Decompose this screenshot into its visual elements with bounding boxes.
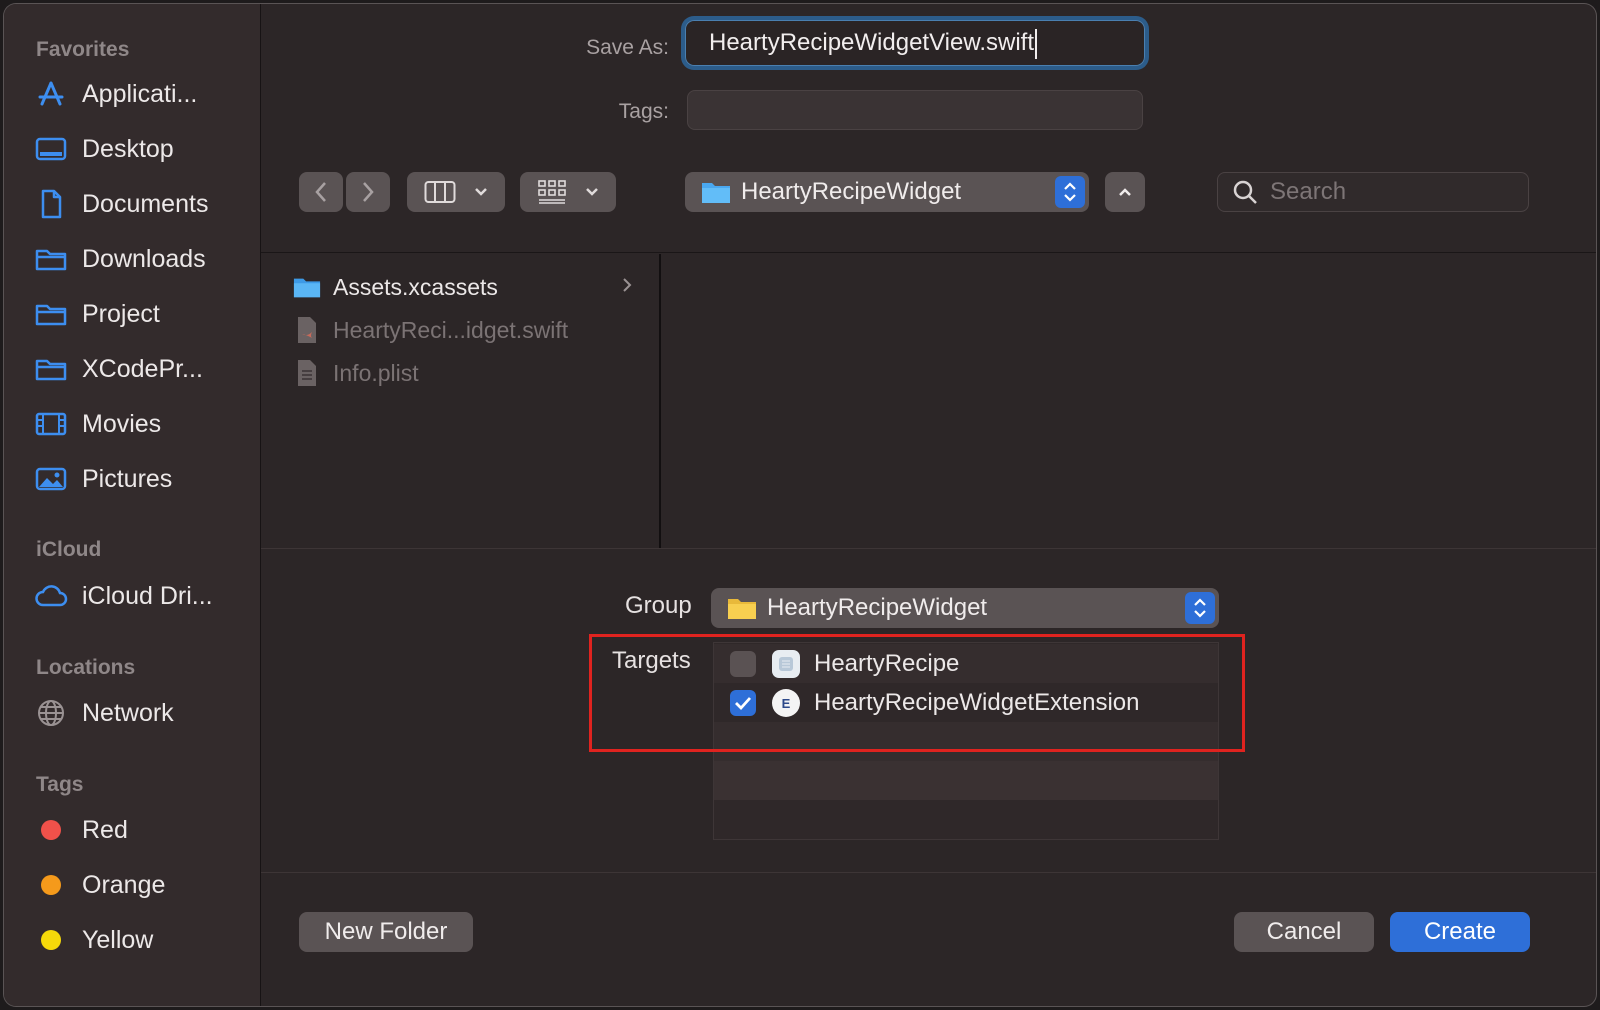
list-item <box>714 800 1218 839</box>
folder-icon <box>34 245 68 273</box>
globe-icon <box>34 699 68 727</box>
sidebar-section-favorites: Favorites <box>36 38 130 61</box>
popup-stepper-icon <box>1185 592 1215 624</box>
tags-input[interactable] <box>687 90 1143 130</box>
search-icon <box>1233 180 1257 204</box>
sidebar-section-locations: Locations <box>36 656 136 679</box>
group-by-button[interactable] <box>520 172 616 212</box>
main-pane: Save As: HeartyRecipeWidgetView.swift Ta… <box>261 4 1596 1006</box>
sidebar-item-project[interactable]: Project <box>34 292 254 336</box>
save-as-label: Save As: <box>586 36 669 59</box>
file-row-plist: Info.plist <box>293 354 419 392</box>
sidebar-item-label: Network <box>82 698 174 727</box>
sidebar-tag-red[interactable]: Red <box>34 808 254 852</box>
sidebar-tag-orange[interactable]: Orange <box>34 863 254 907</box>
save-as-value: HeartyRecipeWidgetView.swift <box>709 29 1035 56</box>
chevron-left-icon <box>315 182 326 202</box>
sidebar-section-icloud: iCloud <box>36 538 102 561</box>
chevron-down-icon <box>475 188 487 196</box>
folder-icon <box>34 300 68 328</box>
sidebar-item-label: Yellow <box>82 925 154 954</box>
sidebar-item-xcodeprojects[interactable]: XCodePr... <box>34 347 254 391</box>
file-row-assets[interactable]: Assets.xcassets <box>293 268 633 306</box>
file-name: HeartyReci...idget.swift <box>333 316 569 343</box>
sidebar: Favorites Applicati... Desktop Documents… <box>4 4 261 1006</box>
file-name: Info.plist <box>333 359 419 386</box>
save-as-input[interactable]: HeartyRecipeWidgetView.swift <box>685 20 1145 66</box>
movies-icon <box>34 410 68 438</box>
sidebar-item-label: Orange <box>82 870 166 899</box>
cloud-icon <box>34 582 68 610</box>
new-folder-button[interactable]: New Folder <box>299 912 473 952</box>
sidebar-item-label: iCloud Dri... <box>82 581 213 610</box>
sidebar-tag-yellow[interactable]: Yellow <box>34 918 254 962</box>
tags-label: Tags: <box>618 100 669 123</box>
sidebar-item-label: Red <box>82 815 128 844</box>
sidebar-item-movies[interactable]: Movies <box>34 402 254 446</box>
desktop-icon <box>34 135 68 163</box>
sidebar-item-desktop[interactable]: Desktop <box>34 127 254 171</box>
sidebar-item-icloud-drive[interactable]: iCloud Dri... <box>34 574 254 618</box>
swift-file-icon <box>293 316 321 344</box>
tag-dot-icon <box>34 816 68 844</box>
plist-file-icon <box>293 359 321 387</box>
sidebar-item-label: Downloads <box>82 244 206 273</box>
list-item <box>714 761 1218 800</box>
group-popup[interactable]: HeartyRecipeWidget <box>711 588 1219 628</box>
create-button[interactable]: Create <box>1390 912 1530 952</box>
divider <box>261 872 1596 873</box>
applications-icon <box>34 80 68 108</box>
sidebar-item-label: Project <box>82 299 160 328</box>
file-name: Assets.xcassets <box>333 273 498 300</box>
sidebar-item-label: Movies <box>82 409 162 438</box>
browser-column: Assets.xcassets HeartyReci...idget.swift… <box>261 254 661 548</box>
text-caret <box>1035 28 1038 59</box>
folder-icon <box>293 273 321 301</box>
columns-view-icon <box>424 181 456 203</box>
group-label: Group <box>625 592 692 619</box>
sidebar-item-label: Pictures <box>82 464 173 493</box>
expand-collapse-button[interactable] <box>1105 172 1145 212</box>
sidebar-item-applications[interactable]: Applicati... <box>34 72 254 116</box>
pictures-icon <box>34 465 68 493</box>
sidebar-item-downloads[interactable]: Downloads <box>34 237 254 281</box>
grid-view-icon <box>538 180 566 204</box>
search-field[interactable]: Search <box>1217 172 1529 212</box>
group-popup-label: HeartyRecipeWidget <box>767 594 988 621</box>
folder-icon <box>702 183 730 203</box>
forward-button[interactable] <box>346 172 390 212</box>
sidebar-item-label: XCodePr... <box>82 354 203 383</box>
divider <box>261 548 1596 549</box>
document-icon <box>34 189 68 219</box>
chevron-right-icon <box>363 182 374 202</box>
search-placeholder: Search <box>1270 178 1347 205</box>
tag-dot-icon <box>34 871 68 899</box>
sidebar-item-network[interactable]: Network <box>34 691 254 735</box>
location-popup-label: HeartyRecipeWidget <box>741 178 962 205</box>
sidebar-section-tags: Tags <box>36 773 84 796</box>
file-row-swift: HeartyReci...idget.swift <box>293 311 568 349</box>
popup-stepper-icon <box>1055 176 1085 208</box>
folder-icon <box>34 355 68 383</box>
divider <box>261 252 1596 253</box>
location-popup[interactable]: HeartyRecipeWidget <box>685 172 1089 212</box>
cancel-button[interactable]: Cancel <box>1234 912 1374 952</box>
file-browser: Assets.xcassets HeartyReci...idget.swift… <box>261 254 1596 548</box>
sidebar-item-documents[interactable]: Documents <box>34 182 254 226</box>
chevron-down-icon <box>586 188 598 196</box>
back-button[interactable] <box>299 172 343 212</box>
highlight-annotation-box <box>589 634 1245 752</box>
folder-icon <box>728 599 756 619</box>
tag-dot-icon <box>34 926 68 954</box>
sidebar-item-label: Desktop <box>82 134 174 163</box>
chevron-right-icon <box>621 274 633 301</box>
sidebar-item-label: Documents <box>82 189 209 218</box>
sidebar-item-label: Applicati... <box>82 79 198 108</box>
sidebar-item-pictures[interactable]: Pictures <box>34 457 254 501</box>
save-dialog: Favorites Applicati... Desktop Documents… <box>4 4 1596 1006</box>
view-mode-columns-button[interactable] <box>407 172 505 212</box>
chevron-up-icon <box>1119 188 1131 196</box>
